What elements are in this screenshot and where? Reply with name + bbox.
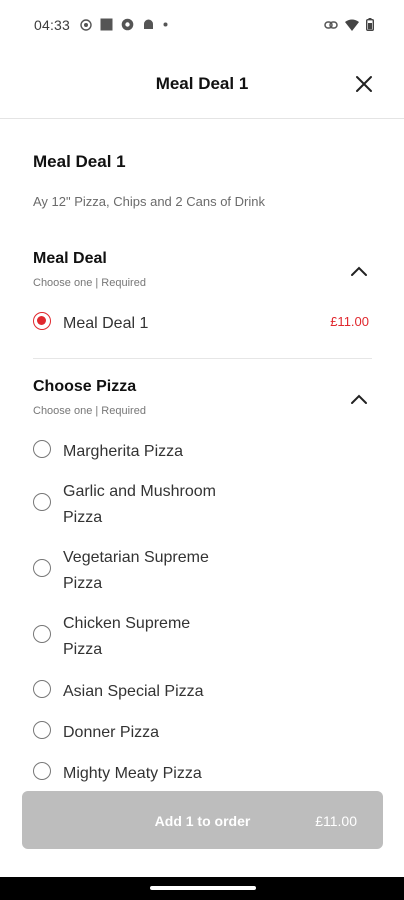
radio-selected[interactable] bbox=[33, 312, 51, 330]
divider bbox=[33, 358, 372, 359]
option-label: Chicken Supreme Pizza bbox=[63, 615, 191, 658]
status-right-icons bbox=[324, 18, 374, 31]
option-price: £11.00 bbox=[330, 314, 369, 329]
add-to-order-price: £11.00 bbox=[315, 813, 357, 829]
square-icon bbox=[100, 18, 113, 31]
battery-icon bbox=[366, 18, 374, 31]
option-label: Margherita Pizza bbox=[63, 443, 184, 460]
option-mighty-meaty-pizza[interactable]: Mighty Meaty Pizza bbox=[33, 762, 373, 788]
option-chicken-supreme-pizza[interactable]: Chicken Supreme Pizza bbox=[33, 615, 373, 677]
radio-unselected[interactable] bbox=[33, 625, 51, 643]
radio-unselected[interactable] bbox=[33, 762, 51, 780]
option-garlic-mushroom-pizza[interactable]: Garlic and Mushroom Pizza bbox=[33, 483, 373, 545]
option-label: Garlic and Mushroom Pizza bbox=[63, 483, 216, 526]
option-asian-special-pizza[interactable]: Asian Special Pizza bbox=[33, 680, 373, 706]
dot-icon bbox=[163, 22, 168, 27]
status-left-icons bbox=[80, 18, 168, 31]
modal-header: Meal Deal 1 bbox=[0, 52, 404, 119]
group-subtitle-choose-pizza: Choose one | Required bbox=[33, 405, 146, 417]
link-icon bbox=[324, 20, 338, 29]
system-nav-bar bbox=[0, 877, 404, 900]
status-time: 04:33 bbox=[34, 17, 71, 33]
radio-unselected[interactable] bbox=[33, 493, 51, 511]
radio-unselected[interactable] bbox=[33, 559, 51, 577]
item-title: Meal Deal 1 bbox=[33, 152, 126, 171]
option-donner-pizza[interactable]: Donner Pizza bbox=[33, 721, 373, 747]
group-title-choose-pizza: Choose Pizza bbox=[33, 378, 137, 395]
item-description: Ay 12" Pizza, Chips and 2 Cans of Drink bbox=[33, 194, 265, 209]
settings-icon bbox=[121, 18, 134, 31]
whatsapp-icon bbox=[80, 18, 92, 31]
radio-unselected[interactable] bbox=[33, 680, 51, 698]
chevron-up-icon[interactable] bbox=[350, 393, 368, 405]
radio-unselected[interactable] bbox=[33, 721, 51, 739]
wifi-icon bbox=[345, 19, 359, 31]
option-label: Asian Special Pizza bbox=[63, 683, 204, 700]
option-margherita-pizza[interactable]: Margherita Pizza bbox=[33, 440, 373, 466]
group-subtitle-meal-deal: Choose one | Required bbox=[33, 277, 146, 289]
add-to-order-button[interactable]: Add 1 to order £11.00 bbox=[22, 791, 383, 849]
android-icon bbox=[144, 19, 153, 29]
home-indicator[interactable] bbox=[150, 886, 256, 890]
radio-unselected[interactable] bbox=[33, 440, 51, 458]
status-bar: 04:33 bbox=[0, 0, 404, 52]
option-label: Donner Pizza bbox=[63, 724, 160, 741]
chevron-up-icon[interactable] bbox=[350, 265, 368, 277]
option-vegetarian-supreme-pizza[interactable]: Vegetarian Supreme Pizza bbox=[33, 549, 373, 611]
option-label: Vegetarian Supreme Pizza bbox=[63, 549, 209, 592]
group-title-meal-deal: Meal Deal bbox=[33, 250, 107, 267]
option-label: Mighty Meaty Pizza bbox=[63, 765, 202, 782]
close-icon[interactable] bbox=[354, 74, 374, 94]
modal-title: Meal Deal 1 bbox=[155, 74, 249, 93]
option-meal-deal-1[interactable]: Meal Deal 1 £11.00 bbox=[33, 312, 373, 336]
option-label: Meal Deal 1 bbox=[63, 315, 149, 332]
